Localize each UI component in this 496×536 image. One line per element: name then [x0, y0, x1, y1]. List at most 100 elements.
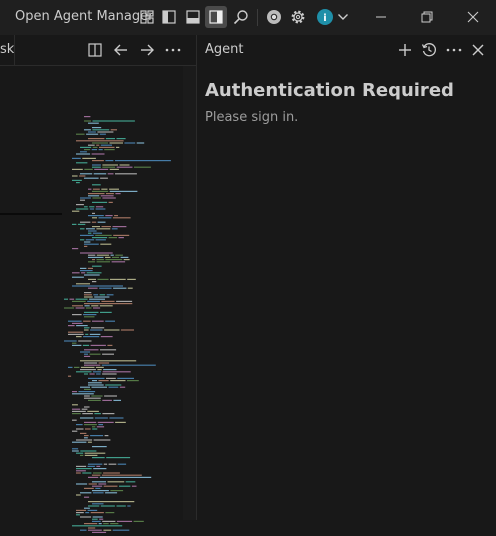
- minimap-line: [99, 305, 113, 307]
- minimap-line: [90, 344, 106, 346]
- toggle-secondary-sidebar-icon[interactable]: [205, 6, 227, 28]
- minimap-line: [84, 364, 101, 366]
- minimize-icon[interactable]: [373, 9, 389, 25]
- account-avatar-icon[interactable]: i: [316, 8, 334, 26]
- go-back-icon[interactable]: [112, 41, 130, 59]
- go-forward-icon[interactable]: [138, 41, 156, 59]
- minimap-line: [80, 239, 85, 241]
- minimap-line: [106, 377, 116, 379]
- minimap-line: [80, 386, 90, 388]
- editor-body[interactable]: [0, 66, 196, 533]
- minimap-line: [113, 287, 127, 289]
- minimap-line: [81, 272, 86, 274]
- minimap-line: [76, 472, 81, 474]
- more-actions-icon[interactable]: [164, 41, 182, 59]
- minimap-line: [72, 300, 86, 302]
- minimap-line: [100, 177, 108, 179]
- minimap-line: [76, 182, 80, 184]
- minimap-line: [80, 267, 87, 269]
- minimap-line: [90, 512, 104, 514]
- minimap-line: [88, 529, 102, 531]
- editor-scrollbar[interactable]: [183, 66, 196, 520]
- minimap-line: [96, 254, 110, 256]
- more-icon[interactable]: [445, 41, 463, 59]
- minimap-line: [80, 351, 91, 353]
- minimap-line: [115, 160, 171, 162]
- toggle-panel-icon[interactable]: [184, 8, 202, 26]
- minimap-line: [100, 349, 117, 351]
- minimap-line: [100, 311, 112, 313]
- minimap[interactable]: [64, 116, 182, 536]
- minimap-line: [72, 305, 83, 307]
- minimap-line: [88, 230, 97, 232]
- new-chat-icon[interactable]: [396, 41, 414, 59]
- minimap-line: [86, 133, 99, 135]
- minimap-line: [105, 384, 122, 386]
- minimap-line: [82, 157, 96, 159]
- minimap-line: [80, 146, 92, 148]
- minimap-line: [84, 129, 91, 131]
- minimap-line: [76, 468, 92, 470]
- minimap-line: [84, 329, 89, 331]
- minimap-line: [88, 195, 100, 197]
- restore-icon[interactable]: [419, 9, 435, 25]
- minimap-line: [116, 300, 133, 302]
- chrome-icon[interactable]: [265, 8, 283, 26]
- minimap-line: [84, 120, 91, 122]
- minimap-line: [84, 149, 91, 151]
- minimap-line: [85, 307, 92, 309]
- minimap-line: [101, 474, 142, 476]
- minimap-line: [92, 457, 105, 459]
- layout-customize-icon[interactable]: [138, 8, 156, 26]
- minimap-line: [105, 138, 115, 140]
- minimap-line: [106, 457, 131, 459]
- minimap-line: [95, 366, 104, 368]
- toggle-primary-sidebar-icon[interactable]: [160, 8, 178, 26]
- minimap-line: [92, 446, 107, 448]
- minimap-line: [101, 188, 108, 190]
- minimap-line: [72, 342, 77, 344]
- minimap-line: [84, 294, 92, 296]
- minimap-line: [99, 476, 152, 478]
- close-window-icon[interactable]: [465, 9, 481, 25]
- editor-tab-label[interactable]: sk: [0, 42, 14, 57]
- split-editor-icon[interactable]: [86, 41, 104, 59]
- minimap-line: [99, 287, 112, 289]
- minimap-line: [89, 298, 105, 300]
- minimap-line: [92, 184, 101, 186]
- minimap-line: [72, 285, 123, 287]
- minimap-line: [84, 303, 133, 305]
- minimap-line: [110, 254, 114, 256]
- minimap-line: [68, 320, 82, 322]
- minimap-line: [80, 252, 113, 254]
- minimap-line: [131, 485, 137, 487]
- minimap-line: [77, 223, 86, 225]
- history-icon[interactable]: [420, 41, 438, 59]
- title-bar: Open Agent Manager i: [0, 0, 496, 35]
- minimap-line: [93, 371, 102, 373]
- minimap-line: [98, 483, 107, 485]
- chevron-down-icon[interactable]: [334, 8, 352, 26]
- minimap-line: [105, 256, 111, 258]
- minimap-line: [84, 487, 94, 489]
- minimap-line: [92, 237, 108, 239]
- minimap-line: [92, 485, 103, 487]
- minimap-line: [103, 529, 112, 531]
- settings-gear-icon[interactable]: [289, 8, 307, 26]
- minimap-line: [88, 527, 96, 529]
- minimap-line: [95, 206, 104, 208]
- minimap-line: [124, 142, 136, 144]
- minimap-line: [96, 259, 104, 261]
- minimap-line: [79, 175, 86, 177]
- minimap-line: [76, 424, 83, 426]
- minimap-line: [95, 239, 106, 241]
- minimap-line: [136, 142, 145, 144]
- minimap-line: [84, 437, 88, 439]
- close-icon[interactable]: [469, 41, 487, 59]
- search-icon[interactable]: [232, 8, 250, 26]
- minimap-line: [90, 329, 103, 331]
- minimap-line: [76, 509, 87, 511]
- minimap-line: [68, 333, 84, 335]
- minimap-line: [106, 193, 114, 195]
- minimap-line: [80, 173, 93, 175]
